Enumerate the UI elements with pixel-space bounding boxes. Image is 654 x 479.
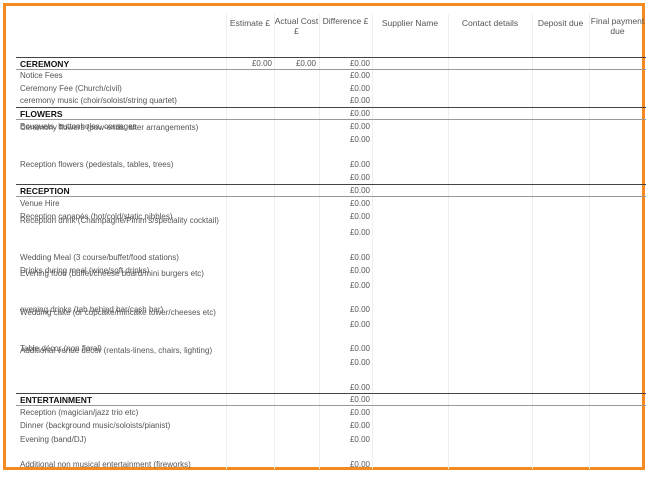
difference-cell: £0.00: [349, 460, 370, 469]
document-frame: Estimate £ Actual Cost £ Difference £ Su…: [3, 3, 646, 470]
section-rule: [16, 107, 646, 108]
grid-line: [532, 14, 533, 469]
actual-cell: £0.00: [295, 59, 316, 68]
row-label: Reception drink (Champagne/Pimm's/specia…: [20, 216, 219, 225]
row-label: Venue Hire: [20, 199, 60, 208]
difference-cell: £0.00: [349, 358, 370, 367]
row-label: Reception (magician/jazz trio etc): [20, 408, 139, 417]
row-label: Evening (band/DJ): [20, 435, 87, 444]
header-final: Final payment due: [590, 16, 645, 36]
difference-cell: £0.00: [349, 281, 370, 290]
difference-cell: £0.00: [349, 395, 370, 404]
difference-cell: £0.00: [349, 305, 370, 314]
row-label: Notice Fees: [20, 71, 63, 80]
difference-cell: £0.00: [349, 199, 370, 208]
difference-cell: £0.00: [349, 266, 370, 275]
grid-line: [319, 14, 320, 469]
row-label: Dinner (background music/soloists/pianis…: [20, 421, 171, 430]
section-rule: [16, 57, 646, 58]
difference-cell: £0.00: [349, 253, 370, 262]
grid-line: [274, 14, 275, 469]
difference-cell: £0.00: [349, 109, 370, 118]
difference-cell: £0.00: [349, 84, 370, 93]
difference-cell: £0.00: [349, 59, 370, 68]
header-deposit: Deposit due: [537, 18, 584, 28]
row-label: RECEPTION: [20, 186, 70, 196]
section-rule: [16, 405, 646, 406]
row-label: Additional non musical entertainment (fi…: [20, 460, 191, 469]
row-label: Evening food (buffet/cheese board/mini b…: [20, 269, 204, 278]
difference-cell: £0.00: [349, 228, 370, 237]
header-difference: Difference £: [322, 16, 369, 26]
section-rule: [16, 69, 646, 70]
grid-line: [589, 14, 590, 469]
difference-cell: £0.00: [349, 173, 370, 182]
row-label: ENTERTAINMENT: [20, 395, 93, 405]
row-label: Ceremony flowers (pew-ends, alter arrang…: [20, 123, 199, 132]
row-label: Wedding Meal (3 course/buffet/food stati…: [20, 253, 179, 262]
difference-cell: £0.00: [349, 122, 370, 131]
section-rule: [16, 184, 646, 185]
grid-line: [372, 14, 373, 469]
difference-cell: £0.00: [349, 71, 370, 80]
row-label: CEREMONY: [20, 59, 70, 69]
section-rule: [16, 393, 646, 394]
estimate-cell: £0.00: [251, 59, 272, 68]
difference-cell: £0.00: [349, 96, 370, 105]
header-actual: Actual Cost £: [274, 16, 319, 36]
difference-cell: £0.00: [349, 421, 370, 430]
header-contact: Contact details: [461, 18, 519, 28]
section-rule: [16, 119, 646, 120]
difference-cell: £0.00: [349, 135, 370, 144]
header-estimate: Estimate £: [229, 18, 271, 28]
header-supplier: Supplier Name: [381, 18, 439, 28]
difference-cell: £0.00: [349, 320, 370, 329]
difference-cell: £0.00: [349, 435, 370, 444]
difference-cell: £0.00: [349, 212, 370, 221]
difference-cell: £0.00: [349, 408, 370, 417]
grid-line: [448, 14, 449, 469]
grid-line: [226, 14, 227, 469]
difference-cell: £0.00: [349, 344, 370, 353]
row-label: Reception flowers (pedestals, tables, tr…: [20, 160, 174, 169]
row-label: Wedding cake (or cupcake/mincake tower/c…: [20, 308, 216, 317]
section-rule: [16, 196, 646, 197]
difference-cell: £0.00: [349, 160, 370, 169]
row-label: ceremony music (choir/soloist/string qua…: [20, 96, 177, 105]
row-label: Additional venue décor (rentals-linens, …: [20, 346, 213, 355]
row-label: Ceremony Fee (Church/civil): [20, 84, 122, 93]
difference-cell: £0.00: [349, 383, 370, 392]
difference-cell: £0.00: [349, 186, 370, 195]
row-label: FLOWERS: [20, 109, 63, 119]
